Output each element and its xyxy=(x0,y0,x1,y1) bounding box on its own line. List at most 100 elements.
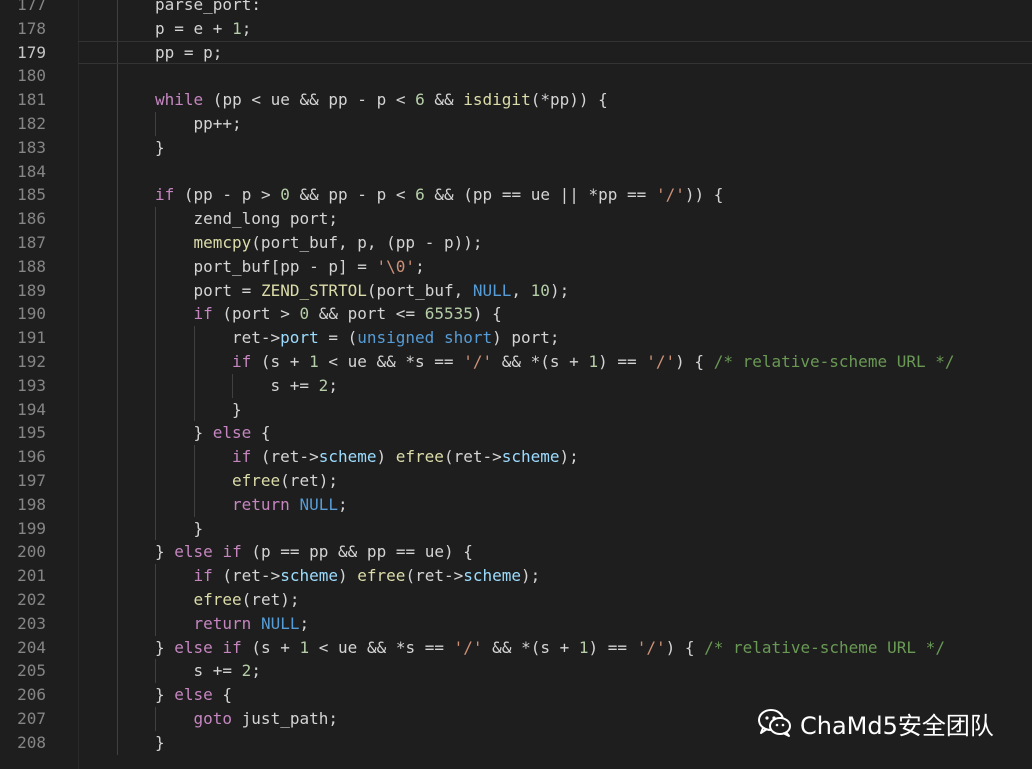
indent-guide xyxy=(117,468,118,493)
indent-guide xyxy=(194,373,195,398)
code-text: return NULL; xyxy=(194,612,310,636)
code-text: port_buf[pp - p] = '\0'; xyxy=(194,255,425,279)
code-line[interactable]: 192 if (s + 1 < ue && *s == '/' && *(s + … xyxy=(0,349,1032,374)
code-line[interactable]: 182 pp++; xyxy=(0,111,1032,136)
code-line[interactable]: 198 return NULL; xyxy=(0,492,1032,517)
code-token: ) xyxy=(338,566,358,586)
code-token: '/' xyxy=(463,351,493,371)
code-line[interactable]: 205 s += 2; xyxy=(0,659,1032,684)
code-line[interactable]: 181 while (pp < ue && pp - p < 6 && isdig… xyxy=(0,88,1032,112)
indent-guide xyxy=(155,278,156,303)
code-line[interactable]: 200} else if (p == pp && pp == ue) { xyxy=(0,540,1032,565)
code-line[interactable]: 203 return NULL; xyxy=(0,611,1032,636)
code-text: s += 2; xyxy=(194,659,261,683)
code-line[interactable]: 194} xyxy=(0,397,1032,422)
code-token: /* relative-scheme URL */ xyxy=(704,637,945,657)
indent-guide xyxy=(155,349,156,374)
indent-guide xyxy=(155,468,156,493)
line-number: 188 xyxy=(17,256,46,276)
indent-guide xyxy=(194,326,195,350)
code-line[interactable]: 186 zend_long port; xyxy=(0,207,1032,231)
code-token: 2 xyxy=(241,661,252,681)
line-number: 202 xyxy=(17,589,46,609)
code-text: goto just_path; xyxy=(194,707,339,731)
code-text: } xyxy=(155,731,165,755)
code-token: && (pp == ue || *pp == xyxy=(424,185,656,205)
code-token: )) { xyxy=(684,185,724,205)
code-token: = ( xyxy=(318,328,358,348)
line-number: 190 xyxy=(17,304,46,324)
indent-guide xyxy=(117,183,118,208)
code-token: 0 xyxy=(299,304,310,324)
code-line[interactable]: 180 xyxy=(0,64,1032,89)
line-number: 198 xyxy=(17,494,46,514)
indent-guide xyxy=(155,611,156,636)
code-text: } else { xyxy=(155,683,232,707)
code-editor[interactable]: 177 parse_port: 178 p = e + 1; 179 pp = p; 180… xyxy=(0,0,1032,755)
code-line[interactable]: 187 memcpy(port_buf, p, (pp - p)); xyxy=(0,230,1032,255)
indent-guide xyxy=(155,516,156,541)
code-line[interactable]: 188 port_buf[pp - p] = '\0'; xyxy=(0,254,1032,279)
indent-guide xyxy=(117,278,118,303)
code-token: 1 xyxy=(232,18,242,38)
code-line[interactable]: 201 if (ret->scheme) efree(ret->scheme); xyxy=(0,564,1032,588)
code-token: (ret-> xyxy=(405,566,464,586)
code-token: NULL xyxy=(260,613,300,633)
code-line[interactable]: 185 if (pp - p > 0 && pp - p < 6 && (pp =… xyxy=(0,183,1032,208)
code-line[interactable]: 199} xyxy=(0,516,1032,541)
code-token: pp = p; xyxy=(155,42,223,62)
code-token: (port_buf, p, (pp - p)); xyxy=(251,232,483,252)
code-line[interactable]: 204} else if (s + 1 < ue && *s == '/' &&… xyxy=(0,635,1032,660)
code-token: ) xyxy=(376,447,396,467)
line-number: 181 xyxy=(17,90,46,110)
indent-guide xyxy=(117,516,118,541)
code-token: return xyxy=(193,613,252,633)
code-token: } xyxy=(155,637,175,657)
code-text: memcpy(port_buf, p, (pp - p)); xyxy=(194,231,483,255)
code-token: goto xyxy=(193,708,233,728)
wechat-icon xyxy=(758,709,791,737)
code-token: '/' xyxy=(655,185,685,205)
indent-guide xyxy=(117,40,118,65)
code-line[interactable]: 179 pp = p; xyxy=(0,40,1032,65)
code-line[interactable]: 191 ret->port = (unsigned short) port; xyxy=(0,326,1032,350)
indent-guide xyxy=(155,230,156,255)
code-token: 1 xyxy=(299,637,310,657)
code-line[interactable]: 196 if (ret->scheme) efree(ret->scheme); xyxy=(0,445,1032,469)
code-token: ) { xyxy=(472,304,502,324)
code-token: && xyxy=(424,90,464,110)
line-number: 197 xyxy=(17,470,46,490)
code-line[interactable]: 183} xyxy=(0,135,1032,160)
code-line[interactable]: 202 efree(ret); xyxy=(0,587,1032,612)
code-token: else xyxy=(174,685,213,705)
code-token: { xyxy=(212,685,233,705)
code-text: } else if (p == pp && pp == ue) { xyxy=(155,540,473,564)
code-line[interactable]: 195} else { xyxy=(0,421,1032,446)
line-number: 199 xyxy=(17,518,46,538)
code-token: while xyxy=(155,90,204,110)
code-line[interactable]: 193 s += 2; xyxy=(0,373,1032,398)
code-line[interactable]: 190 if (port > 0 && port <= 65535) { xyxy=(0,302,1032,327)
code-token: } xyxy=(193,423,213,443)
code-token: (pp < ue && pp - p < xyxy=(203,90,416,110)
code-token: ) == xyxy=(588,637,637,657)
code-token: (ret); xyxy=(241,589,300,609)
indent-guide xyxy=(117,730,118,755)
code-text: if (port > 0 && port <= 65535) { xyxy=(194,302,502,326)
indent-guide xyxy=(117,254,118,279)
code-line[interactable]: 197 efree(ret); xyxy=(0,468,1032,493)
indent-guide xyxy=(117,207,118,231)
code-token: } xyxy=(155,732,165,752)
code-line[interactable]: 184 xyxy=(0,159,1032,184)
code-line[interactable]: 178 p = e + 1; xyxy=(0,16,1032,41)
code-token: s += xyxy=(270,375,319,395)
code-line[interactable]: 189 port = ZEND_STRTOL(port_buf, NULL, 10… xyxy=(0,278,1032,303)
code-line[interactable]: 177 parse_port: xyxy=(0,0,1032,17)
indent-guide xyxy=(194,349,195,374)
code-token: && port <= xyxy=(309,304,425,324)
code-text: p = e + 1; xyxy=(155,17,251,41)
indent-guide xyxy=(117,445,118,469)
code-token: NULL xyxy=(299,494,338,514)
